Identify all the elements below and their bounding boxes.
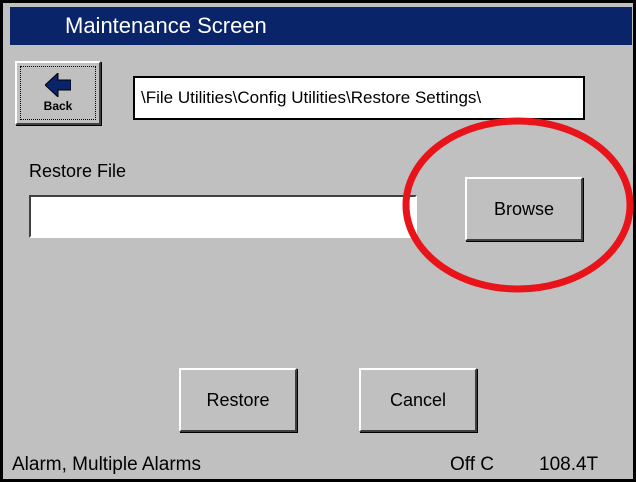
browse-button[interactable]: Browse [465, 177, 583, 241]
mode-status-text: Off C [450, 454, 494, 475]
arrow-left-icon [45, 73, 71, 97]
path-display: \File Utilities\Config Utilities\Restore… [133, 76, 585, 120]
restore-file-label: Restore File [29, 161, 127, 181]
restore-file-input[interactable] [29, 195, 417, 238]
cancel-button[interactable]: Cancel [359, 368, 477, 432]
alarm-status-text: Alarm, Multiple Alarms [12, 454, 201, 475]
title-bar: Maintenance Screen [10, 7, 632, 45]
temperature-status-text: 108.4T [539, 454, 599, 475]
window-title: Maintenance Screen [65, 13, 267, 38]
app-window: Maintenance Screen Back \File Utilities\… [0, 0, 636, 482]
back-button-label: Back [43, 99, 73, 113]
restore-button[interactable]: Restore [179, 368, 297, 432]
back-button[interactable]: Back [15, 61, 101, 125]
